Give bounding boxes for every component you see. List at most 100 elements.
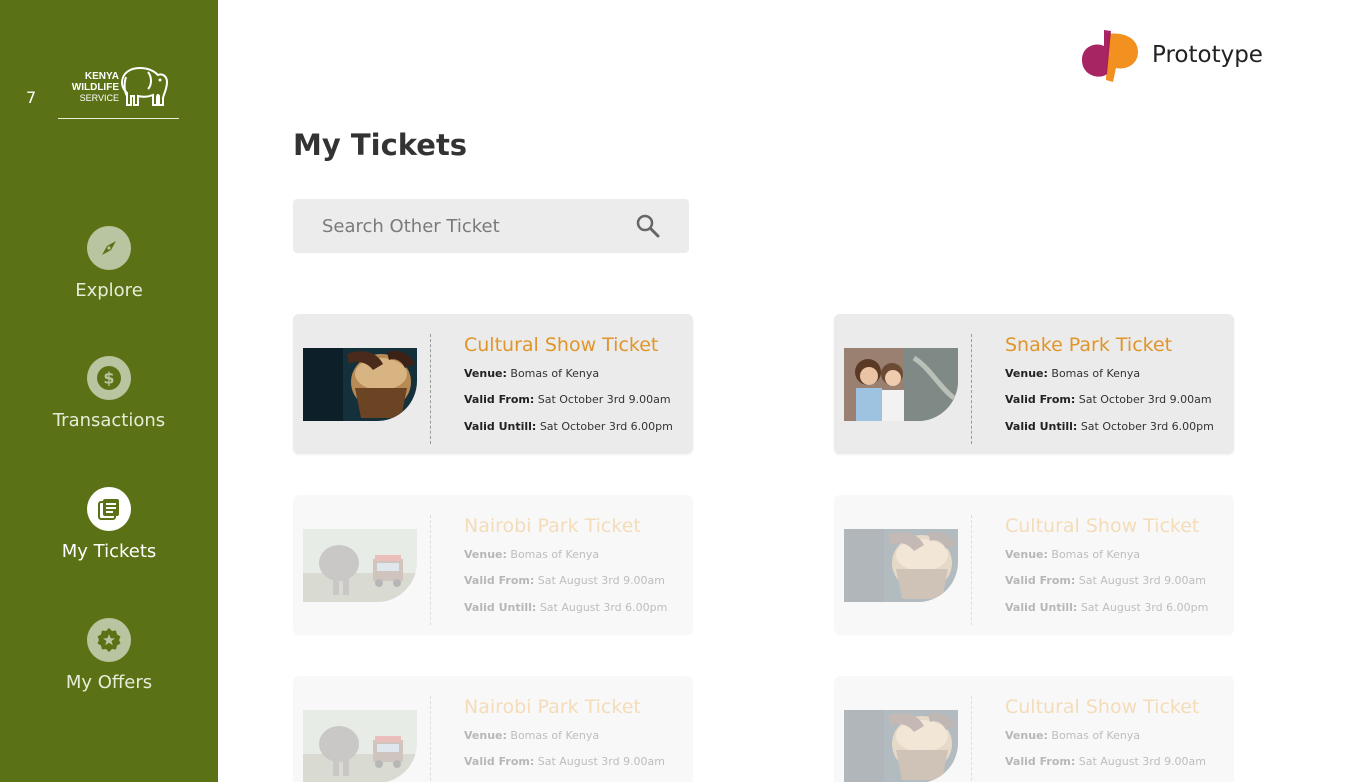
ticket-valid-from: Valid From: Sat August 3rd 9.00am bbox=[1005, 755, 1206, 768]
brand: Prototype bbox=[1080, 28, 1263, 82]
valid-from-value: Sat October 3rd 9.00am bbox=[537, 393, 671, 406]
venue-label: Venue: bbox=[464, 367, 507, 380]
venue-value: Bomas of Kenya bbox=[1051, 548, 1141, 561]
search-input[interactable] bbox=[322, 215, 635, 237]
dollar-icon: $ bbox=[87, 356, 131, 400]
ticket-card[interactable]: Cultural Show Ticket Venue: Bomas of Keny… bbox=[834, 495, 1234, 635]
valid-from-value: Sat October 3rd 9.00am bbox=[1078, 393, 1212, 406]
venue-label: Venue: bbox=[1005, 729, 1048, 742]
valid-until-value: Sat October 3rd 6.00pm bbox=[1080, 420, 1214, 433]
ticket-valid-until: Valid Untill: Sat August 3rd 6.00pm bbox=[464, 601, 667, 614]
star-badge-icon bbox=[87, 618, 131, 662]
valid-from-value: Sat August 3rd 9.00am bbox=[1078, 574, 1207, 587]
valid-until-label: Valid Untill: bbox=[1005, 601, 1078, 614]
logo-line-1: KENYA bbox=[84, 71, 119, 82]
kids-image bbox=[844, 348, 958, 421]
ticket-title: Nairobi Park Ticket bbox=[464, 696, 641, 718]
drum-image bbox=[303, 348, 417, 421]
elephant-logo-icon bbox=[120, 66, 169, 106]
ticket-venue: Venue: Bomas of Kenya bbox=[464, 548, 599, 561]
ticket-thumbnail bbox=[303, 529, 417, 602]
ticket-valid-until: Valid Untill: Sat October 3rd 6.00pm bbox=[464, 420, 673, 433]
valid-from-label: Valid From: bbox=[464, 574, 535, 587]
valid-from-label: Valid From: bbox=[1005, 755, 1076, 768]
ticket-divider bbox=[430, 696, 431, 782]
app-root: 7 KENYA WILDLIFE SERVICE Explore $ Trans… bbox=[0, 0, 1366, 782]
valid-from-label: Valid From: bbox=[464, 755, 535, 768]
sidebar-item-explore[interactable]: Explore bbox=[0, 226, 218, 301]
sidebar-item-my-offers[interactable]: My Offers bbox=[0, 618, 218, 693]
ticket-valid-until: Valid Untill: Sat October 3rd 6.00pm bbox=[1005, 420, 1214, 433]
valid-until-value: Sat October 3rd 6.00pm bbox=[539, 420, 673, 433]
venue-value: Bomas of Kenya bbox=[1051, 729, 1141, 742]
ticket-venue: Venue: Bomas of Kenya bbox=[1005, 729, 1140, 742]
valid-from-value: Sat August 3rd 9.00am bbox=[1078, 755, 1207, 768]
compass-icon bbox=[87, 226, 131, 270]
ticket-thumbnail bbox=[844, 529, 958, 602]
ticket-card[interactable]: Snake Park Ticket Venue: Bomas of Kenya Va… bbox=[834, 314, 1234, 454]
sidebar-item-label: Transactions bbox=[52, 410, 166, 431]
venue-value: Bomas of Kenya bbox=[510, 548, 600, 561]
ticket-valid-from: Valid From: Sat October 3rd 9.00am bbox=[464, 393, 671, 406]
ticket-card[interactable]: Nairobi Park Ticket Venue: Bomas of Kenya… bbox=[293, 676, 693, 782]
ticket-valid-from: Valid From: Sat August 3rd 9.00am bbox=[464, 755, 665, 768]
venue-label: Venue: bbox=[464, 548, 507, 561]
ticket-venue: Venue: Bomas of Kenya bbox=[464, 367, 599, 380]
valid-from-value: Sat August 3rd 9.00am bbox=[537, 755, 666, 768]
sidebar-badge: 7 bbox=[26, 88, 37, 107]
search-icon[interactable] bbox=[635, 213, 661, 239]
brand-name: Prototype bbox=[1152, 42, 1263, 68]
ticket-venue: Venue: Bomas of Kenya bbox=[1005, 367, 1140, 380]
ticket-divider bbox=[430, 334, 431, 444]
ticket-valid-until: Valid Untill: Sat August 3rd 6.00pm bbox=[1005, 601, 1208, 614]
prototype-logo-icon bbox=[1082, 30, 1138, 82]
kws-logo[interactable]: KENYA WILDLIFE SERVICE bbox=[58, 64, 179, 119]
page-title: My Tickets bbox=[293, 128, 468, 162]
venue-label: Venue: bbox=[1005, 548, 1048, 561]
sidebar-item-label: My Tickets bbox=[61, 541, 157, 562]
ticket-card[interactable]: Nairobi Park Ticket Venue: Bomas of Kenya… bbox=[293, 495, 693, 635]
logo-line-3: SERVICE bbox=[79, 93, 119, 103]
ticket-card[interactable]: Cultural Show Ticket Venue: Bomas of Keny… bbox=[293, 314, 693, 454]
ticket-thumbnail bbox=[303, 710, 417, 782]
ticket-divider bbox=[971, 515, 972, 625]
valid-from-label: Valid From: bbox=[1005, 393, 1076, 406]
ticket-divider bbox=[971, 696, 972, 782]
ticket-venue: Venue: Bomas of Kenya bbox=[464, 729, 599, 742]
venue-value: Bomas of Kenya bbox=[510, 367, 600, 380]
svg-text:$: $ bbox=[103, 369, 114, 388]
ticket-divider bbox=[430, 515, 431, 625]
ticket-title: Cultural Show Ticket bbox=[1005, 515, 1200, 537]
valid-until-label: Valid Untill: bbox=[1005, 420, 1078, 433]
valid-until-value: Sat August 3rd 6.00pm bbox=[539, 601, 668, 614]
ticket-thumbnail bbox=[844, 348, 958, 421]
sidebar: 7 KENYA WILDLIFE SERVICE Explore $ Trans… bbox=[0, 0, 218, 782]
ticket-venue: Venue: Bomas of Kenya bbox=[1005, 548, 1140, 561]
venue-label: Venue: bbox=[464, 729, 507, 742]
valid-from-value: Sat August 3rd 9.00am bbox=[537, 574, 666, 587]
valid-until-value: Sat August 3rd 6.00pm bbox=[1080, 601, 1209, 614]
sidebar-item-label: Explore bbox=[75, 280, 143, 301]
valid-until-label: Valid Untill: bbox=[464, 420, 537, 433]
sidebar-item-transactions[interactable]: $ Transactions bbox=[0, 356, 218, 431]
venue-value: Bomas of Kenya bbox=[510, 729, 600, 742]
ticket-valid-from: Valid From: Sat August 3rd 9.00am bbox=[1005, 574, 1206, 587]
drum-image bbox=[844, 529, 958, 602]
ticket-title: Cultural Show Ticket bbox=[1005, 696, 1200, 718]
elephant-image bbox=[303, 529, 417, 602]
ticket-thumbnail bbox=[303, 348, 417, 421]
ticket-title: Snake Park Ticket bbox=[1005, 334, 1173, 356]
ticket-valid-from: Valid From: Sat August 3rd 9.00am bbox=[464, 574, 665, 587]
tickets-icon bbox=[87, 487, 131, 531]
venue-value: Bomas of Kenya bbox=[1051, 367, 1141, 380]
ticket-valid-from: Valid From: Sat October 3rd 9.00am bbox=[1005, 393, 1212, 406]
valid-until-label: Valid Untill: bbox=[464, 601, 537, 614]
ticket-title: Nairobi Park Ticket bbox=[464, 515, 641, 537]
sidebar-item-my-tickets[interactable]: My Tickets bbox=[0, 487, 218, 562]
ticket-thumbnail bbox=[844, 710, 958, 782]
venue-label: Venue: bbox=[1005, 367, 1048, 380]
valid-from-label: Valid From: bbox=[464, 393, 535, 406]
valid-from-label: Valid From: bbox=[1005, 574, 1076, 587]
search-bar bbox=[293, 199, 689, 253]
ticket-card[interactable]: Cultural Show Ticket Venue: Bomas of Keny… bbox=[834, 676, 1234, 782]
